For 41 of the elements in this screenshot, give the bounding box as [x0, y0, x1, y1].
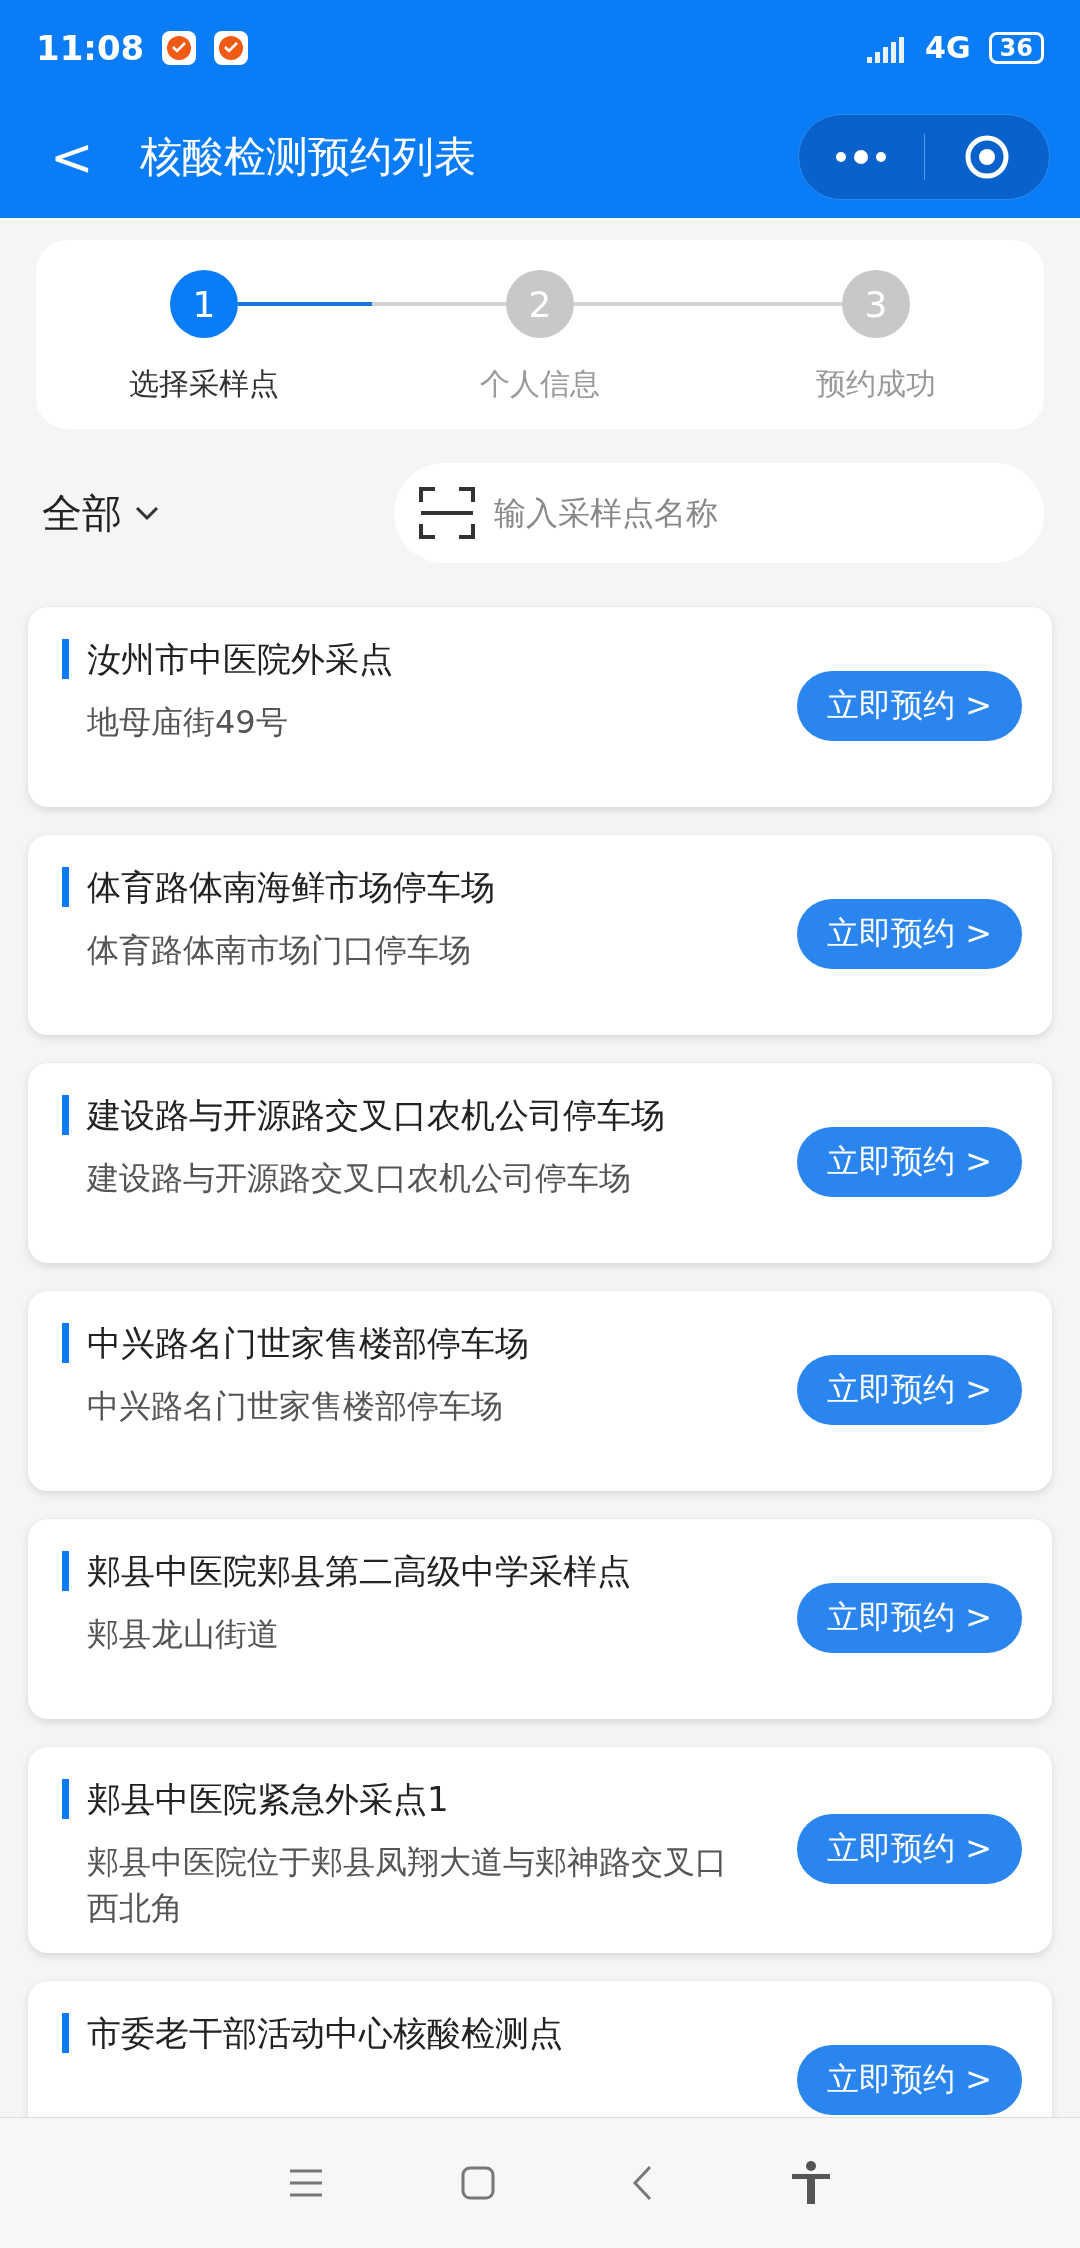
back-button[interactable]: <: [40, 126, 104, 187]
accessibility-icon[interactable]: [789, 2160, 832, 2206]
step-label: 个人信息: [480, 365, 600, 403]
site-name: 郏县中医院郏县第二高级中学采样点: [62, 1551, 797, 1591]
close-icon[interactable]: [963, 133, 1010, 180]
step-label: 预约成功: [816, 365, 936, 403]
book-button[interactable]: 立即预约 >: [797, 1583, 1022, 1653]
step-label: 选择采样点: [129, 365, 279, 403]
book-button[interactable]: 立即预约 >: [797, 1127, 1022, 1197]
search-field[interactable]: 输入采样点名称: [394, 463, 1044, 563]
site-address: 体育路体南市场门口停车场: [86, 930, 472, 971]
site-address: 中兴路名门世家售楼部停车场: [86, 1386, 504, 1427]
step-number: 1: [170, 270, 238, 338]
battery-level: 36: [988, 31, 1044, 64]
network-type: 4G: [925, 30, 971, 65]
menu-icon[interactable]: [288, 2168, 325, 2198]
book-button[interactable]: 立即预约 >: [797, 1814, 1022, 1884]
site-address: 地母庙街49号: [86, 702, 289, 743]
site-name: 建设路与开源路交叉口农机公司停车场: [62, 1095, 797, 1135]
book-button[interactable]: 立即预约 >: [797, 899, 1022, 969]
category-dropdown[interactable]: 全部: [42, 485, 160, 541]
home-icon[interactable]: [460, 2166, 495, 2200]
chevron-down-icon: [134, 505, 160, 521]
app-notification-icon: [162, 30, 197, 65]
site-address: 郏县龙山街道: [86, 1614, 280, 1655]
status-time: 11:08: [36, 27, 145, 68]
back-icon[interactable]: [631, 2165, 654, 2201]
page-title: 核酸检测预约列表: [139, 130, 477, 183]
search-input[interactable]: 输入采样点名称: [492, 493, 1020, 533]
site-address: 建设路与开源路交叉口农机公司停车场: [85, 1158, 632, 1199]
book-button[interactable]: 立即预约 >: [797, 671, 1022, 741]
site-name: 郏县中医院紧急外采点1: [62, 1779, 797, 1819]
site-name: 汝州市中医院外采点: [62, 639, 797, 679]
book-button[interactable]: 立即预约 >: [797, 2045, 1022, 2115]
site-name: 体育路体南海鲜市场停车场: [62, 867, 797, 907]
scan-icon[interactable]: [418, 484, 476, 542]
site-address: 郏县中医院位于郏县凤翔大道与郏神路交叉口西北角: [86, 1842, 728, 1929]
book-button[interactable]: 立即预约 >: [797, 1355, 1022, 1425]
site-name: 市委老干部活动中心核酸检测点: [62, 2013, 797, 2053]
app-notification-icon: [214, 30, 249, 65]
site-name: 中兴路名门世家售楼部停车场: [62, 1323, 797, 1363]
